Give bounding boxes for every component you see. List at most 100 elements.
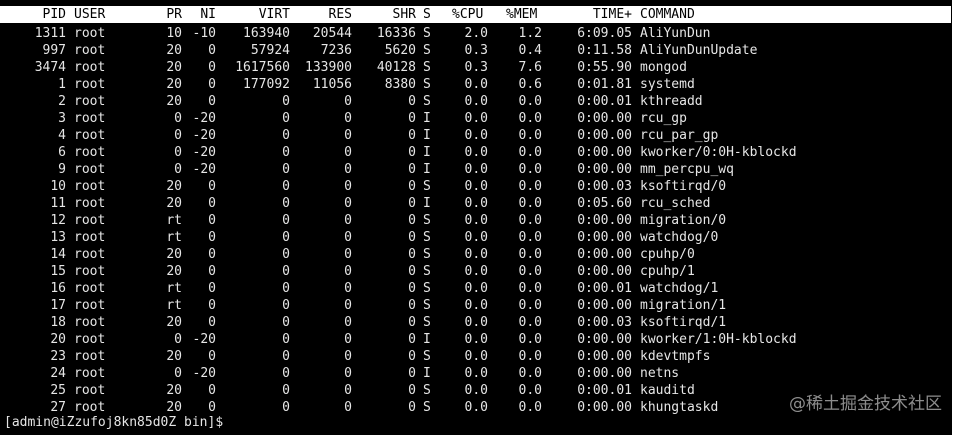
cell-cpu: 0.0 xyxy=(464,145,488,160)
cell-user: root xyxy=(74,26,106,41)
cell-time: 0:00.03 xyxy=(577,315,632,330)
cell-ni: -20 xyxy=(192,145,216,160)
terminal-window[interactable]: PID USER PR NI VIRT RES SHR S %CPU %MEM … xyxy=(0,0,958,435)
cell-ni: 0 xyxy=(208,349,216,364)
cell-mem: 0.0 xyxy=(518,349,542,364)
cell-user: root xyxy=(74,281,106,296)
shell-prompt[interactable]: [admin@iZzufoj8kn85d0Z bin]$ xyxy=(4,414,231,431)
cell-pr: 20 xyxy=(166,77,182,92)
cell-cpu: 0.0 xyxy=(464,366,488,381)
cell-s: I xyxy=(423,128,431,143)
cell-pid: 4 xyxy=(58,128,66,143)
cell-mem: 0.0 xyxy=(518,247,542,262)
cell-virt: 0 xyxy=(282,111,290,126)
cell-user: root xyxy=(74,94,106,109)
cell-pr: 20 xyxy=(166,43,182,58)
cell-command: kthreadd xyxy=(640,94,703,109)
process-list: 1311 root 10 -10 163940 20544 16336 S 2.0 1.2 6:09… xyxy=(0,25,951,416)
cell-user: root xyxy=(74,315,106,330)
cell-user: root xyxy=(74,162,106,177)
cell-user: root xyxy=(74,332,106,347)
cell-pid: 13 xyxy=(50,230,66,245)
cell-time: 0:11.58 xyxy=(577,43,632,58)
cell-pr: rt xyxy=(166,298,182,313)
cell-pid: 997 xyxy=(42,43,66,58)
table-row: 1311 root 10 -10 163940 20544 16336 S 2.0 1.2 6:09… xyxy=(0,25,951,42)
cell-s: I xyxy=(423,145,431,160)
cell-time: 6:09.05 xyxy=(577,26,632,41)
cell-ni: 0 xyxy=(208,281,216,296)
header-user: USER xyxy=(74,7,106,22)
cell-time: 0:55.90 xyxy=(577,60,632,75)
cell-pid: 6 xyxy=(58,145,66,160)
table-row: 6 root 0 -20 0 0 0 I 0.0 0.0 0:00.00 kworker/0:0H-k… xyxy=(0,144,951,161)
cell-command: rcu_sched xyxy=(640,196,711,211)
cell-res: 0 xyxy=(344,145,352,160)
cell-mem: 1.2 xyxy=(518,26,542,41)
table-row: 3474 root 20 0 1617560 133900 40128 S 0.3 7.6 0:55… xyxy=(0,59,951,76)
cell-mem: 0.0 xyxy=(518,128,542,143)
table-row: 18 root 20 0 0 0 0 S 0.0 0.0 0:00.03 ksoftirqd/1 xyxy=(0,314,951,331)
cell-shr: 0 xyxy=(408,128,416,143)
cell-pid: 24 xyxy=(50,366,66,381)
cell-pid: 17 xyxy=(50,298,66,313)
cell-virt: 0 xyxy=(282,179,290,194)
cell-virt: 0 xyxy=(282,128,290,143)
cell-mem: 0.0 xyxy=(518,145,542,160)
cell-virt: 0 xyxy=(282,94,290,109)
cell-time: 0:00.00 xyxy=(577,111,632,126)
cell-shr: 0 xyxy=(408,264,416,279)
cell-user: root xyxy=(74,111,106,126)
cell-shr: 16336 xyxy=(376,26,416,41)
cell-pid: 3474 xyxy=(34,60,66,75)
cell-res: 7236 xyxy=(320,43,352,58)
cell-pr: 20 xyxy=(166,383,182,398)
header-res: RES xyxy=(328,7,352,22)
cell-cpu: 0.0 xyxy=(464,179,488,194)
cell-virt: 57924 xyxy=(250,43,290,58)
cell-virt: 0 xyxy=(282,230,290,245)
cell-pid: 15 xyxy=(50,264,66,279)
header-shr: SHR xyxy=(392,7,416,22)
cell-time: 0:00.00 xyxy=(577,298,632,313)
cell-mem: 0.0 xyxy=(518,213,542,228)
cell-cpu: 0.3 xyxy=(464,60,488,75)
table-row: 10 root 20 0 0 0 0 S 0.0 0.0 0:00.03 ksoftirqd/0 xyxy=(0,178,951,195)
cell-shr: 0 xyxy=(408,230,416,245)
cell-virt: 0 xyxy=(282,247,290,262)
cell-res: 0 xyxy=(344,400,352,415)
cell-user: root xyxy=(74,196,106,211)
cell-ni: 0 xyxy=(208,179,216,194)
cell-cpu: 0.0 xyxy=(464,111,488,126)
cell-command: kworker/1:0H-kblockd xyxy=(640,332,797,347)
cell-mem: 0.0 xyxy=(518,298,542,313)
cell-res: 0 xyxy=(344,281,352,296)
cell-pr: rt xyxy=(166,213,182,228)
cell-ni: 0 xyxy=(208,196,216,211)
cell-mem: 0.0 xyxy=(518,366,542,381)
cell-res: 0 xyxy=(344,196,352,211)
cell-ni: 0 xyxy=(208,383,216,398)
table-row: 16 root rt 0 0 0 0 S 0.0 0.0 0:00.01 watchdog/1 xyxy=(0,280,951,297)
cell-ni: -20 xyxy=(192,128,216,143)
cell-mem: 0.4 xyxy=(518,43,542,58)
cell-res: 0 xyxy=(344,162,352,177)
cell-virt: 0 xyxy=(282,298,290,313)
cell-shr: 40128 xyxy=(376,60,416,75)
cell-user: root xyxy=(74,298,106,313)
cell-pid: 3 xyxy=(58,111,66,126)
scrollbar[interactable] xyxy=(952,0,958,435)
cell-pid: 12 xyxy=(50,213,66,228)
cell-res: 0 xyxy=(344,264,352,279)
cell-time: 0:00.00 xyxy=(577,162,632,177)
cell-virt: 0 xyxy=(282,315,290,330)
cell-ni: 0 xyxy=(208,213,216,228)
cell-res: 0 xyxy=(344,213,352,228)
cell-pr: 20 xyxy=(166,349,182,364)
cell-time: 0:00.00 xyxy=(577,145,632,160)
cell-pid: 16 xyxy=(50,281,66,296)
cell-cpu: 0.3 xyxy=(464,43,488,58)
cell-cpu: 0.0 xyxy=(464,264,488,279)
cell-command: migration/1 xyxy=(640,298,727,313)
table-row: 20 root 0 -20 0 0 0 I 0.0 0.0 0:00.00 kworker/1:0H-… xyxy=(0,331,951,348)
